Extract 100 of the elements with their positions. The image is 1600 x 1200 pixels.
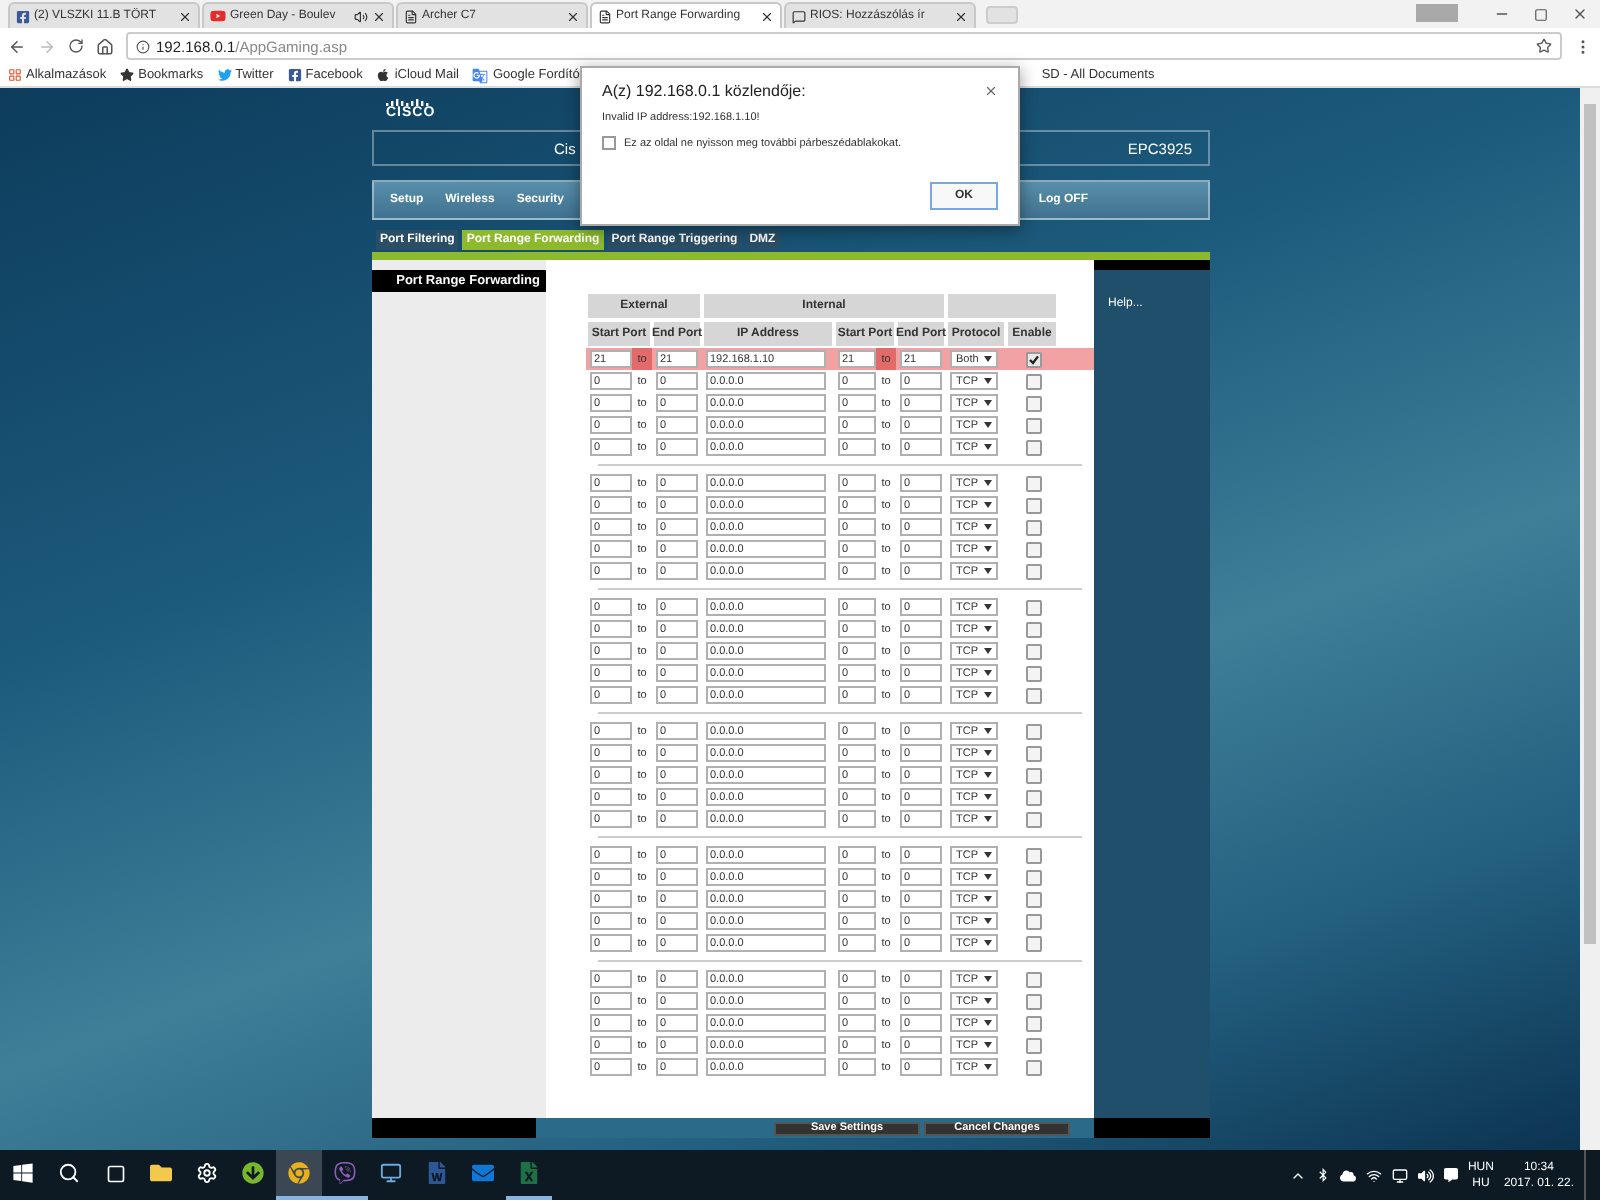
- caret-icon: [984, 852, 992, 858]
- enable-checkbox[interactable]: [1026, 599, 1042, 615]
- caret-icon: [984, 378, 992, 384]
- caret-icon: [984, 998, 992, 1004]
- enable-checkbox[interactable]: [1026, 417, 1042, 433]
- phone-bubble-icon: [334, 1162, 356, 1184]
- header-cell: [946, 292, 1058, 320]
- caret-icon: [984, 816, 992, 822]
- caret-icon: [984, 772, 992, 778]
- caret-icon: [984, 874, 992, 880]
- close-icon[interactable]: [984, 84, 998, 98]
- enable-checkbox[interactable]: [1026, 475, 1042, 491]
- spreadsheet-icon: [518, 1162, 540, 1184]
- word-document-icon: [426, 1162, 448, 1184]
- enable-checkbox[interactable]: [1026, 643, 1042, 659]
- enable-checkbox[interactable]: [1026, 869, 1042, 885]
- caret-icon: [984, 568, 992, 574]
- enable-checkbox[interactable]: [1026, 497, 1042, 513]
- play-icon: [210, 8, 226, 24]
- network-icon: [1365, 1167, 1382, 1183]
- enable-checkbox[interactable]: [1026, 351, 1042, 367]
- enable-checkbox[interactable]: [1026, 373, 1042, 389]
- caret-icon: [984, 1042, 992, 1048]
- caret-icon: [984, 794, 992, 800]
- gear-icon: [196, 1162, 218, 1184]
- scrollbar[interactable]: [1580, 88, 1600, 1150]
- enable-checkbox[interactable]: [1026, 789, 1042, 805]
- translate-icon: [472, 67, 489, 83]
- caret-icon: [984, 356, 992, 362]
- caret-icon: [984, 400, 992, 406]
- caret-icon: [984, 502, 992, 508]
- enable-checkbox[interactable]: [1026, 563, 1042, 579]
- enable-checkbox[interactable]: [1026, 1015, 1042, 1031]
- forward-icon: [38, 37, 56, 55]
- star-icon[interactable]: [1536, 38, 1552, 54]
- enable-checkbox[interactable]: [1026, 935, 1042, 951]
- enable-checkbox[interactable]: [1026, 665, 1042, 681]
- enable-checkbox[interactable]: [1026, 1059, 1042, 1075]
- caret-icon: [984, 1064, 992, 1070]
- suppress-checkbox[interactable]: [602, 136, 616, 150]
- enable-checkbox[interactable]: [1026, 971, 1042, 987]
- computer-icon: [380, 1162, 402, 1184]
- enable-checkbox[interactable]: [1026, 723, 1042, 739]
- caret-icon: [984, 692, 992, 698]
- show-desktop-button[interactable]: [1584, 1150, 1592, 1200]
- restore-icon: [1534, 7, 1548, 21]
- enable-checkbox[interactable]: [1026, 395, 1042, 411]
- caret-icon: [984, 626, 992, 632]
- caret-icon: [984, 422, 992, 428]
- browser-icon: [288, 1162, 310, 1184]
- close-icon: [178, 9, 192, 23]
- enable-checkbox[interactable]: [1026, 745, 1042, 761]
- windows-logo-icon: [12, 1162, 34, 1184]
- bluetooth-icon: [1315, 1168, 1330, 1182]
- caret-icon: [984, 670, 992, 676]
- enable-checkbox[interactable]: [1026, 891, 1042, 907]
- enable-checkbox[interactable]: [1026, 1037, 1042, 1053]
- close-icon: [760, 9, 774, 23]
- speaker-icon[interactable]: [354, 9, 368, 23]
- close-icon: [954, 9, 968, 23]
- caret-icon: [984, 524, 992, 530]
- search-icon: [58, 1162, 80, 1184]
- apple-icon: [376, 68, 391, 82]
- enable-checkbox[interactable]: [1026, 811, 1042, 827]
- enable-checkbox[interactable]: [1026, 847, 1042, 863]
- page-icon: [404, 9, 418, 23]
- enable-checkbox[interactable]: [1026, 687, 1042, 703]
- enable-checkbox[interactable]: [1026, 993, 1042, 1009]
- enable-checkbox[interactable]: [1026, 767, 1042, 783]
- enable-checkbox[interactable]: [1026, 541, 1042, 557]
- enable-checkbox[interactable]: [1026, 621, 1042, 637]
- caret-icon: [984, 604, 992, 610]
- close-icon: [372, 9, 386, 23]
- monitor-icon: [1391, 1167, 1408, 1183]
- caret-icon: [984, 750, 992, 756]
- speaker-icon: [1417, 1167, 1434, 1183]
- scrollbar-thumb[interactable]: [1584, 104, 1596, 944]
- caret-icon: [984, 918, 992, 924]
- dialog-title: A(z) 192.168.0.1 közlendője:: [602, 82, 806, 100]
- info-icon: [136, 39, 150, 53]
- page-icon: [598, 9, 612, 23]
- folder-icon: [150, 1162, 172, 1184]
- caret-icon: [984, 546, 992, 552]
- caret-icon: [984, 480, 992, 486]
- home-icon: [96, 37, 114, 55]
- enable-checkbox[interactable]: [1026, 439, 1042, 455]
- enable-checkbox[interactable]: [1026, 519, 1042, 535]
- caret-icon: [984, 896, 992, 902]
- caret-icon: [984, 1020, 992, 1026]
- caret-icon: [984, 648, 992, 654]
- caret-icon: [984, 976, 992, 982]
- enable-checkbox[interactable]: [1026, 913, 1042, 929]
- caret-icon: [984, 940, 992, 946]
- caret-icon: [984, 444, 992, 450]
- close-icon: [566, 9, 580, 23]
- back-icon: [8, 37, 26, 55]
- cloud-icon: [1339, 1167, 1356, 1183]
- notification-icon: [1443, 1168, 1458, 1182]
- task-view-icon: [105, 1163, 125, 1183]
- chat-icon: [792, 9, 806, 23]
